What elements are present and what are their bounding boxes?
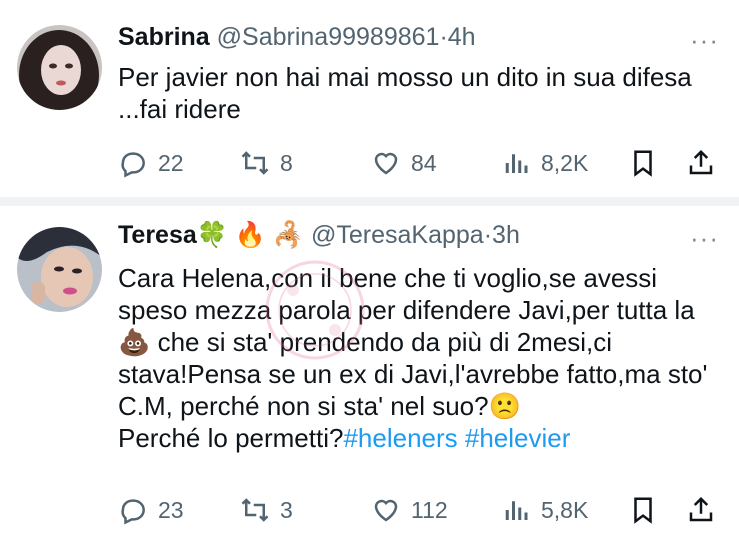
reply-icon xyxy=(121,499,145,525)
user-handle[interactable]: @TeresaKappa xyxy=(311,221,484,249)
more-options-icon[interactable]: ··· xyxy=(690,223,719,254)
tweet-text-part3: Perché lo permetti? xyxy=(118,423,344,453)
separator-dot: · xyxy=(483,221,493,249)
like-icon xyxy=(374,499,398,522)
reply-button[interactable]: 23 xyxy=(118,493,184,527)
tweet-text-part2: che si sta' prendendo da più di 2mesi,ci… xyxy=(118,327,708,421)
name-emojis: 🍀 🔥 🦂 xyxy=(196,221,305,249)
reply-count: 23 xyxy=(158,496,184,523)
action-bar: 23 3 112 5,8K xyxy=(118,493,718,527)
hashtag-heleners[interactable]: #heleners xyxy=(343,423,457,453)
retweet-icon xyxy=(241,498,269,522)
bookmark-button[interactable] xyxy=(628,493,658,527)
tweet-text-part1: Cara Helena,con il bene che ti voglio,se… xyxy=(118,263,695,325)
avatar[interactable] xyxy=(17,227,102,312)
views-button[interactable]: 5,8K xyxy=(501,493,588,527)
sad-face-emoji: 🙁 xyxy=(488,391,521,421)
tweet-header: Teresa🍀 🔥 🦂 @TeresaKappa·3h xyxy=(118,221,520,250)
display-name[interactable]: Teresa xyxy=(118,221,197,249)
tweet-teresa[interactable]: Teresa🍀 🔥 🦂 @TeresaKappa·3h ··· Cara Hel… xyxy=(0,0,739,558)
views-icon xyxy=(505,501,528,520)
retweet-count: 3 xyxy=(280,496,293,523)
hashtag-helevier[interactable]: #helevier xyxy=(465,423,571,453)
views-count: 5,8K xyxy=(541,496,589,523)
share-icon xyxy=(689,496,713,522)
tweet-text: Cara Helena,con il bene che ti voglio,se… xyxy=(118,262,718,454)
share-button[interactable] xyxy=(686,493,716,527)
bookmark-icon xyxy=(634,497,652,524)
like-count: 112 xyxy=(411,496,448,523)
retweet-button[interactable]: 3 xyxy=(240,493,293,527)
poop-emoji: 💩 xyxy=(118,327,151,357)
timestamp[interactable]: 3h xyxy=(492,221,520,249)
like-button[interactable]: 112 xyxy=(371,493,448,527)
